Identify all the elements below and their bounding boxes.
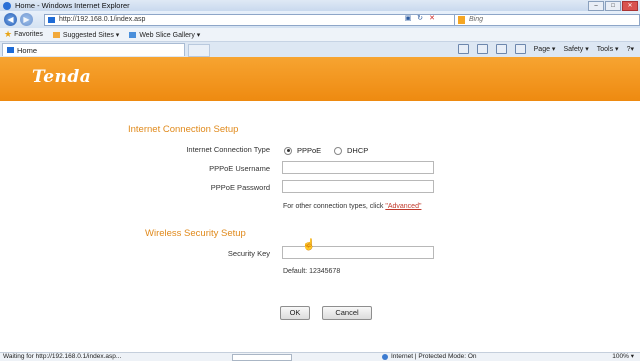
window-controls: – □ ✕ <box>588 1 638 11</box>
mail-icon[interactable] <box>495 44 507 54</box>
window-titlebar: Home - Windows Internet Explorer – □ ✕ <box>0 0 640 11</box>
address-actions: ▣ ↻ ✕ <box>404 15 436 23</box>
radio-dhcp[interactable]: DHCP <box>334 146 368 155</box>
suggested-sites-label: Suggested Sites ▾ <box>62 31 120 39</box>
back-button[interactable]: ◀ <box>4 13 17 26</box>
tab-label: Home <box>17 46 38 55</box>
window-title: Home - Windows Internet Explorer <box>15 1 130 10</box>
favorites-bar: ★ Favorites Suggested Sites ▾ Web Slice … <box>0 28 640 42</box>
header-banner: Tenda <box>0 57 640 101</box>
print-icon[interactable] <box>514 44 526 54</box>
suggested-sites-icon <box>52 31 60 38</box>
globe-icon <box>382 354 388 360</box>
web-slice-gallery-link[interactable]: Web Slice Gallery ▾ <box>129 31 200 39</box>
page-favicon-icon <box>48 17 55 23</box>
radio-dhcp-dot[interactable] <box>334 146 342 155</box>
radio-pppoe-label: PPPoE <box>297 146 322 155</box>
refresh-icon[interactable]: ↻ <box>416 15 424 23</box>
pppoe-password-field[interactable] <box>282 180 434 193</box>
stop-icon[interactable]: ✕ <box>428 15 436 23</box>
tab-home[interactable]: Home <box>2 43 185 56</box>
favorites-button[interactable]: ★ Favorites <box>4 29 43 40</box>
tab-bar: Home Page ▾ Safety ▾ Tools ▾ ?▾ <box>0 42 640 58</box>
connection-type-label: Internet Connection Type <box>186 145 270 154</box>
ie-logo-icon <box>3 1 11 10</box>
pppoe-password-label: PPPoE Password <box>210 183 270 192</box>
search-placeholder: Bing <box>469 16 484 23</box>
advanced-link[interactable]: "Advanced" <box>385 203 421 210</box>
radio-pppoe-dot[interactable] <box>284 146 292 155</box>
address-url: http://192.168.0.1/index.asp <box>59 16 146 23</box>
search-input[interactable]: Bing ⌕ <box>454 14 640 26</box>
tools-menu[interactable]: Tools ▾ <box>597 45 619 53</box>
forward-button[interactable]: ▶ <box>20 13 33 26</box>
safety-menu[interactable]: Safety ▾ <box>563 45 588 53</box>
feeds-icon[interactable] <box>476 44 488 54</box>
default-key-text: Default: 12345678 <box>283 268 341 275</box>
close-icon[interactable]: ✕ <box>622 1 638 11</box>
pppoe-username-label: PPPoE Username <box>209 164 270 173</box>
wireless-section-title: Wireless Security Setup <box>145 228 246 239</box>
web-slice-icon <box>129 31 137 38</box>
maximize-icon[interactable]: □ <box>605 1 621 11</box>
mouse-pointer-icon: ☝ <box>302 239 316 251</box>
cancel-button[interactable]: Cancel <box>322 306 372 320</box>
favorites-label: Favorites <box>14 31 43 38</box>
web-slice-gallery-label: Web Slice Gallery ▾ <box>139 31 201 39</box>
home-icon[interactable] <box>457 44 469 54</box>
internet-section-title: Internet Connection Setup <box>128 124 239 135</box>
other-types-hint: For other connection types, click "Advan… <box>283 203 421 210</box>
tenda-logo: Tenda <box>32 67 92 87</box>
radio-pppoe[interactable]: PPPoE <box>284 146 321 155</box>
security-key-label: Security Key <box>227 249 270 258</box>
page-content: Tenda Internet Connection Setup Internet… <box>0 57 640 353</box>
bing-icon <box>458 16 465 24</box>
new-tab-button[interactable] <box>188 44 210 57</box>
command-bar: Page ▾ Safety ▾ Tools ▾ ?▾ <box>457 44 634 54</box>
address-toolbar: ◀ ▶ http://192.168.0.1/index.asp ▣ ↻ ✕ B… <box>0 11 640 28</box>
other-types-text: For other connection types, click <box>283 203 384 210</box>
radio-dhcp-label: DHCP <box>347 146 369 155</box>
minimize-icon[interactable]: – <box>588 1 604 11</box>
help-menu[interactable]: ?▾ <box>627 45 634 53</box>
tab-favicon-icon <box>7 47 14 53</box>
star-icon: ★ <box>4 29 13 39</box>
compatibility-view-icon[interactable]: ▣ <box>404 15 412 23</box>
page-menu[interactable]: Page ▾ <box>534 45 556 53</box>
pppoe-username-field[interactable] <box>282 161 434 174</box>
address-input[interactable]: http://192.168.0.1/index.asp <box>44 14 465 26</box>
suggested-sites-link[interactable]: Suggested Sites ▾ <box>52 31 120 39</box>
ok-button[interactable]: OK <box>280 306 310 320</box>
